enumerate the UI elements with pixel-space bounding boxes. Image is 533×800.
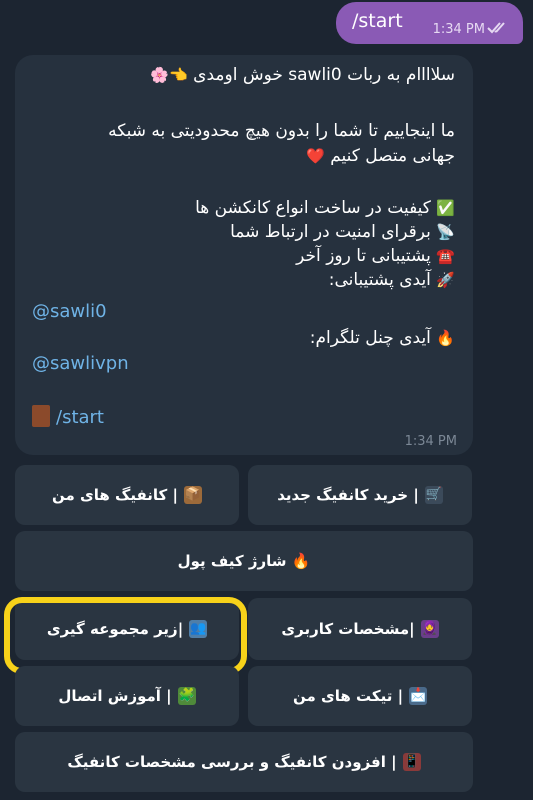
- welcome-text: سلاااام به ربات sawli0 خوش اومدی: [193, 65, 455, 85]
- outgoing-message[interactable]: /start 1:34 PM: [336, 2, 523, 44]
- incoming-message: سلاااام به ربات sawli0 خوش اومدی 👈🌸 ما ا…: [15, 55, 473, 455]
- welcome-emoji: 👈🌸: [150, 66, 188, 84]
- start-command-link[interactable]: /start: [32, 405, 104, 428]
- connect-tutorial-label: آموزش اتصال: [58, 687, 161, 705]
- user-info-button[interactable]: 🧕 | مشخصات کاربری: [248, 598, 472, 660]
- connect-tutorial-separator: |: [166, 687, 172, 705]
- envelope-icon: 📩: [409, 687, 428, 705]
- intro-line-2: جهانی متصل کنیم ❤️: [306, 146, 455, 166]
- intro-line: ما اینجاییم تا شما را بدون هیچ محدودیتی …: [108, 121, 455, 141]
- door-icon: [32, 405, 50, 427]
- phone-emoji: ☎️: [436, 247, 455, 265]
- support-id-label: 🚀 آیدی پشتیبانی:: [329, 270, 455, 290]
- my-configs-label: کانفیگ های من: [52, 486, 168, 504]
- satellite-emoji: 📡: [436, 223, 455, 241]
- my-tickets-label: تیکت های من: [292, 687, 393, 705]
- intro-text-2: جهانی متصل کنیم: [330, 146, 455, 166]
- my-configs-button[interactable]: 📦 | کانفیگ های من: [15, 465, 239, 525]
- channel-id-link[interactable]: @sawlivpn: [32, 353, 129, 374]
- add-config-label: افزودن کانفیگ و بررسی مشخصات کانفیگ: [67, 753, 386, 771]
- check-emoji: ✅: [436, 199, 455, 217]
- support-label-text: آیدی پشتیبانی:: [328, 270, 431, 290]
- feature-support-text: پشتیبانی تا روز آخر: [296, 246, 431, 266]
- cart-icon: 🛒: [424, 486, 443, 504]
- connect-tutorial-button[interactable]: 🧩 | آموزش اتصال: [15, 666, 239, 726]
- feature-quality: ✅ کیفیت در ساخت انواع کانکشن ها: [195, 198, 455, 218]
- package-icon: 📦: [184, 486, 202, 504]
- user-info-separator: |: [409, 620, 415, 638]
- welcome-line: سلاااام به ربات sawli0 خوش اومدی 👈🌸: [150, 65, 455, 85]
- my-tickets-separator: |: [397, 687, 404, 705]
- outgoing-time: 1:34 PM: [432, 22, 485, 37]
- channel-label-text: آیدی چنل تلگرام:: [309, 328, 431, 348]
- charge-wallet-button[interactable]: 🔥 شارژ کیف پول: [15, 531, 473, 591]
- buy-config-label: خرید کانفیگ جدید: [277, 486, 409, 504]
- buy-config-button[interactable]: 🛒 | خرید کانفیگ جدید: [248, 465, 472, 525]
- start-command-text: /start: [56, 407, 104, 428]
- rocket-emoji: 🚀: [436, 271, 455, 289]
- puzzle-icon: 🧩: [177, 687, 196, 705]
- outgoing-text: /start: [352, 10, 403, 32]
- incoming-time: 1:34 PM: [404, 434, 457, 449]
- fire-emoji: 🔥: [436, 329, 455, 347]
- user-icon: 🧕: [420, 620, 439, 638]
- double-check-icon: [487, 22, 505, 34]
- user-info-label: مشخصات کاربری: [281, 620, 410, 638]
- heart-emoji: ❤️: [306, 147, 325, 165]
- channel-id-label: 🔥 آیدی چنل تلگرام:: [310, 328, 455, 348]
- charge-wallet-label: شارژ کیف پول: [177, 552, 287, 570]
- support-id-link[interactable]: @sawli0: [32, 301, 107, 322]
- my-configs-separator: |: [172, 486, 178, 504]
- referral-highlight-outline: [4, 597, 247, 674]
- feature-security-text: برقرای امنیت در ارتباط شما: [230, 222, 431, 242]
- feature-support: ☎️ پشتیبانی تا روز آخر: [296, 246, 455, 266]
- phone-icon: 📱: [402, 753, 421, 771]
- add-config-button[interactable]: 📱 | افزودن کانفیگ و بررسی مشخصات کانفیگ: [15, 732, 473, 792]
- fire-icon: 🔥: [291, 552, 311, 570]
- feature-quality-text: کیفیت در ساخت انواع کانکشن ها: [195, 198, 431, 218]
- add-config-separator: |: [391, 753, 397, 771]
- buy-config-separator: |: [413, 486, 419, 504]
- my-tickets-button[interactable]: 📩 | تیکت های من: [248, 666, 472, 726]
- feature-security: 📡 برقرای امنیت در ارتباط شما: [230, 222, 455, 242]
